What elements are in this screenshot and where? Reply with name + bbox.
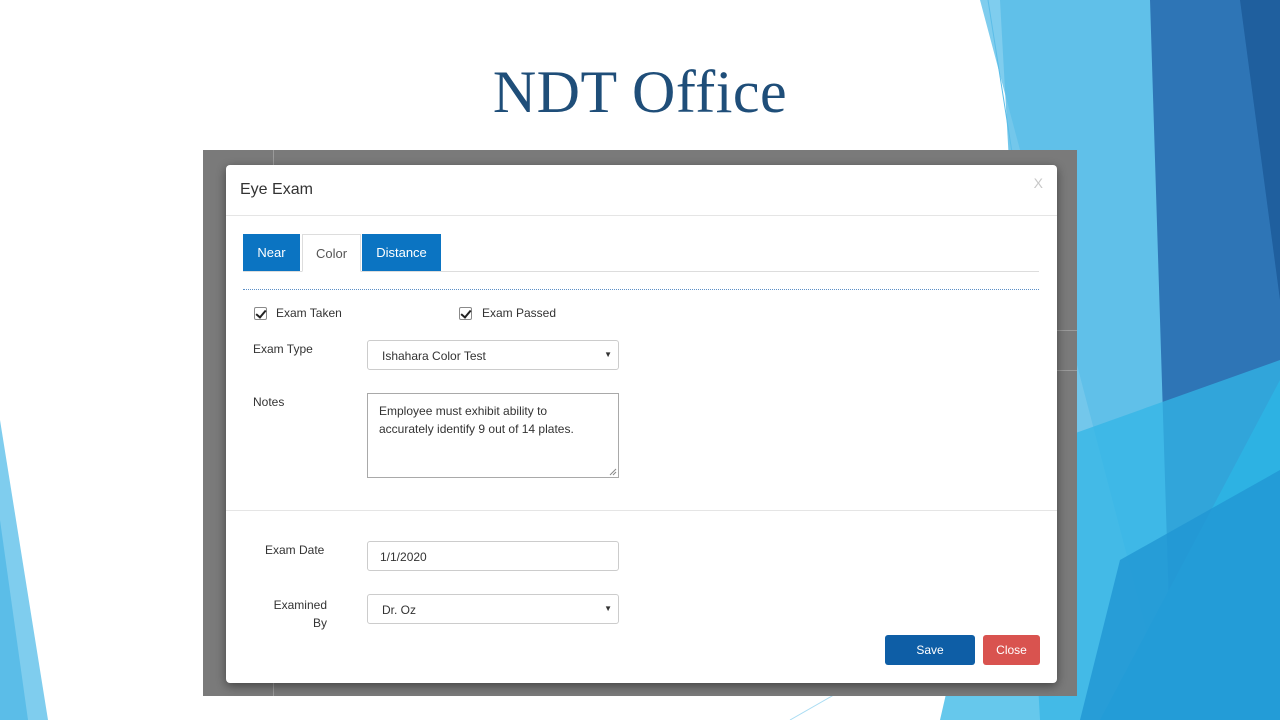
examined-by-label: Examined By [270,596,327,632]
notes-value: Employee must exhibit ability to accurat… [379,404,574,436]
close-button[interactable]: Close [983,635,1040,665]
modal-header: Eye Exam X [226,165,1057,216]
exam-date-value: 1/1/2020 [380,550,427,564]
resize-handle-icon[interactable] [609,468,617,476]
exam-type-value: Ishahara Color Test [382,349,486,363]
examined-by-label-line2: By [312,616,327,630]
examined-by-label-line1: Examined [273,598,327,612]
examined-by-value: Dr. Oz [382,603,417,617]
tab-distance[interactable]: Distance [362,234,441,271]
section-divider [226,510,1057,511]
tab-content-divider [243,289,1039,290]
exam-type-label: Exam Type [253,342,313,356]
exam-date-label: Exam Date [265,543,325,557]
notes-label: Notes [253,395,285,409]
modal-close-icon[interactable]: X [1034,175,1043,191]
eye-exam-modal: Eye Exam X Near Color Distance Exam Take… [226,165,1057,683]
exam-tabs: Near Color Distance [243,234,1039,272]
tab-near[interactable]: Near [243,234,300,271]
exam-taken-checkbox[interactable] [254,307,267,320]
modal-title: Eye Exam [240,181,313,198]
slide-title: NDT Office [492,59,788,125]
exam-passed-checkbox[interactable] [459,307,472,320]
exam-taken-label: Exam Taken [276,306,342,320]
exam-date-input[interactable]: 1/1/2020 [367,541,619,571]
notes-textarea[interactable]: Employee must exhibit ability to accurat… [367,393,619,478]
chevron-down-icon: ▼ [604,604,612,613]
exam-type-select[interactable]: Ishahara Color Test ▼ [367,340,619,370]
chevron-down-icon: ▼ [604,350,612,359]
save-button[interactable]: Save [885,635,975,665]
exam-passed-label: Exam Passed [482,306,557,320]
tab-color[interactable]: Color [302,234,361,272]
examined-by-select[interactable]: Dr. Oz ▼ [367,594,619,624]
